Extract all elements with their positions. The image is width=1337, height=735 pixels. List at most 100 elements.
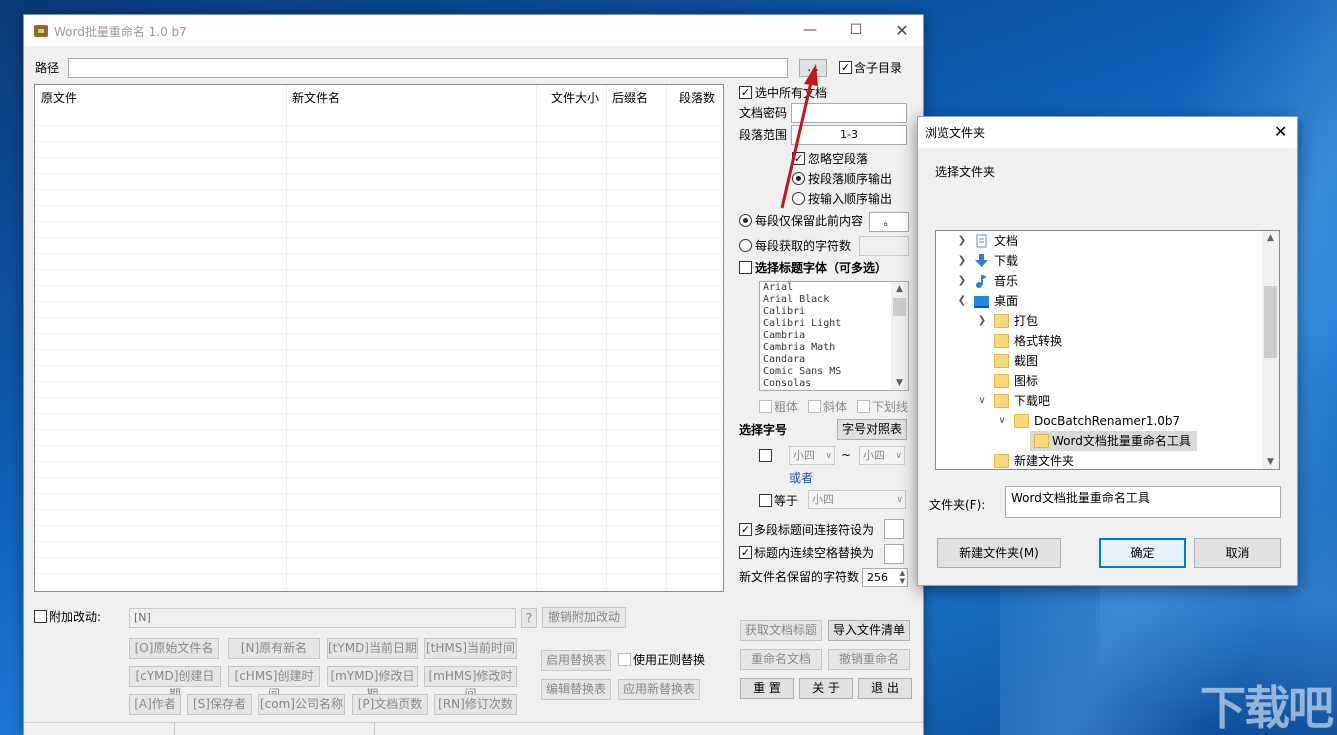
tree-item-new-folder[interactable]: 新建文件夹	[936, 451, 1261, 470]
path-input[interactable]	[68, 58, 788, 78]
column-header-original[interactable]: 原文件	[35, 85, 77, 111]
tree-item-icons[interactable]: 图标	[936, 371, 1261, 391]
size-table-button[interactable]: 字号对照表	[837, 419, 907, 440]
folder-input[interactable]: Word文档批量重命名工具	[1005, 486, 1281, 518]
multi-joiner-input[interactable]	[884, 519, 904, 539]
size-to-select[interactable]: 小四∨	[859, 446, 905, 465]
extra-change-input[interactable]: [N]	[129, 608, 516, 628]
scroll-down-icon[interactable]: ▼	[891, 376, 908, 390]
size-from-select[interactable]: 小四∨	[789, 446, 835, 465]
tree-item-pack[interactable]: ❯ 打包	[936, 311, 1261, 331]
token-pages-button[interactable]: [P]文档页数	[352, 694, 428, 715]
include-subdir-checkbox[interactable]: ✓	[839, 61, 852, 74]
list-item[interactable]: Cambria	[760, 330, 908, 342]
use-regex-checkbox[interactable]	[618, 653, 631, 666]
enable-replace-button[interactable]: 启用替换表	[541, 650, 611, 671]
font-list-scrollbar[interactable]: ▲ ▼	[891, 282, 908, 390]
list-item[interactable]: Arial Black	[760, 294, 908, 306]
undo-rename-button[interactable]: 撤销重命名	[828, 649, 910, 670]
list-item[interactable]: Comic Sans MS	[760, 366, 908, 378]
column-header-size[interactable]: 文件大小	[545, 85, 599, 111]
underline-checkbox[interactable]	[857, 400, 870, 413]
tree-item-xiazaiba[interactable]: ∨ 下载吧	[936, 391, 1261, 411]
scroll-thumb[interactable]	[1264, 286, 1277, 358]
scroll-up-icon[interactable]: ▲	[1262, 231, 1279, 245]
scroll-up-icon[interactable]: ▲	[891, 282, 908, 296]
size-equals-select[interactable]: 小四∨	[808, 490, 906, 509]
select-all-checkbox[interactable]: ✓	[739, 86, 752, 99]
keep-before-input[interactable]: 。	[869, 212, 909, 232]
list-item[interactable]: Consolas	[760, 378, 908, 390]
column-header-extension[interactable]: 后缀名	[606, 85, 648, 111]
reset-button[interactable]: 重 置	[740, 678, 794, 699]
token-original-name-button[interactable]: [O]原始文件名	[129, 638, 219, 659]
file-list-table[interactable]: 原文件 新文件名 文件大小 后缀名 段落数	[34, 84, 724, 592]
tree-item-documents[interactable]: ❯ 文档	[936, 231, 1261, 251]
close-button[interactable]: ✕	[879, 15, 925, 46]
chevron-right-icon[interactable]: ❯	[956, 231, 968, 251]
token-company-button[interactable]: [com]公司名称	[258, 694, 345, 715]
char-count-input[interactable]	[859, 236, 909, 256]
token-modify-date-button[interactable]: [mYMD]修改日期	[327, 666, 418, 687]
token-create-date-button[interactable]: [cYMD]创建日期	[129, 666, 221, 687]
list-item[interactable]: Arial	[760, 282, 908, 294]
exit-button[interactable]: 退 出	[858, 678, 912, 699]
folder-tree[interactable]: ❯ 文档 ❯ 下载 ❯ 音乐 ❮ 桌面 ❯ 打包 格式转换	[935, 230, 1280, 470]
char-count-radio[interactable]	[739, 239, 752, 252]
help-button[interactable]: ?	[521, 608, 537, 628]
multi-joiner-checkbox[interactable]: ✓	[739, 523, 752, 536]
chevron-right-icon[interactable]: ❯	[976, 311, 988, 331]
token-old-new-name-button[interactable]: [N]原有新名	[228, 638, 320, 659]
chevron-down-icon[interactable]: ∨	[976, 391, 988, 411]
chevron-down-icon[interactable]: ❮	[956, 291, 968, 311]
tree-item-docbatchrenamer[interactable]: ∨ DocBatchRenamer1.0b7	[936, 411, 1261, 431]
token-create-time-button[interactable]: [cHMS]创建时间	[228, 666, 320, 687]
tree-scrollbar[interactable]: ▲ ▼	[1262, 231, 1279, 469]
new-folder-button[interactable]: 新建文件夹(M)	[937, 538, 1061, 568]
chevron-down-icon[interactable]: ∨	[996, 411, 1008, 431]
about-button[interactable]: 关 于	[799, 678, 853, 699]
close-icon[interactable]: ✕	[1274, 122, 1287, 142]
list-item[interactable]: Calibri Light	[760, 318, 908, 330]
space-replace-input[interactable]	[884, 544, 904, 564]
import-list-button[interactable]: 导入文件清单	[828, 620, 910, 641]
select-font-checkbox[interactable]	[739, 261, 752, 274]
font-listbox[interactable]: Arial Arial Black Calibri Calibri Light …	[759, 281, 909, 391]
rename-button[interactable]: 重命名文档	[740, 649, 822, 670]
token-modify-time-button[interactable]: [mHMS]修改时间	[424, 666, 517, 687]
ok-button[interactable]: 确定	[1099, 538, 1186, 568]
token-current-date-button[interactable]: [tYMD]当前日期	[327, 638, 418, 659]
list-item[interactable]: Candara	[760, 354, 908, 366]
keep-before-radio[interactable]	[739, 214, 752, 227]
space-replace-checkbox[interactable]: ✓	[739, 546, 752, 559]
tree-item-word-tool[interactable]: Word文档批量重命名工具	[1030, 431, 1197, 451]
edit-replace-button[interactable]: 编辑替换表	[541, 679, 611, 700]
spinner-icon[interactable]: ▲▼	[900, 569, 905, 585]
tree-item-format[interactable]: 格式转换	[936, 331, 1261, 351]
maximize-button[interactable]: ☐	[833, 15, 879, 46]
scroll-down-icon[interactable]: ▼	[1262, 455, 1279, 469]
token-saver-button[interactable]: [S]保存者	[187, 694, 252, 715]
token-author-button[interactable]: [A]作者	[129, 694, 181, 715]
size-equals-checkbox[interactable]	[759, 494, 772, 507]
get-title-button[interactable]: 获取文档标题	[740, 620, 822, 641]
column-header-paragraphs[interactable]: 段落数	[673, 85, 715, 111]
chevron-right-icon[interactable]: ❯	[956, 251, 968, 271]
extra-change-checkbox[interactable]	[34, 610, 47, 623]
token-revisions-button[interactable]: [RN]修订次数	[434, 694, 517, 715]
tree-item-screenshots[interactable]: 截图	[936, 351, 1261, 371]
list-item[interactable]: Cambria Math	[760, 342, 908, 354]
scroll-thumb[interactable]	[893, 298, 906, 316]
keep-chars-input[interactable]: 256▲▼	[862, 568, 908, 587]
cancel-button[interactable]: 取消	[1194, 538, 1281, 568]
tree-item-downloads[interactable]: ❯ 下载	[936, 251, 1261, 271]
apply-replace-button[interactable]: 应用新替换表	[618, 679, 700, 700]
chevron-right-icon[interactable]: ❯	[956, 271, 968, 291]
size-range-checkbox[interactable]	[759, 449, 772, 462]
tree-item-music[interactable]: ❯ 音乐	[936, 271, 1261, 291]
list-item[interactable]: Calibri	[760, 306, 908, 318]
token-current-time-button[interactable]: [tHMS]当前时间	[424, 638, 517, 659]
bold-checkbox[interactable]	[759, 400, 772, 413]
tree-item-desktop[interactable]: ❮ 桌面	[936, 291, 1261, 311]
column-header-new-name[interactable]: 新文件名	[286, 85, 340, 111]
